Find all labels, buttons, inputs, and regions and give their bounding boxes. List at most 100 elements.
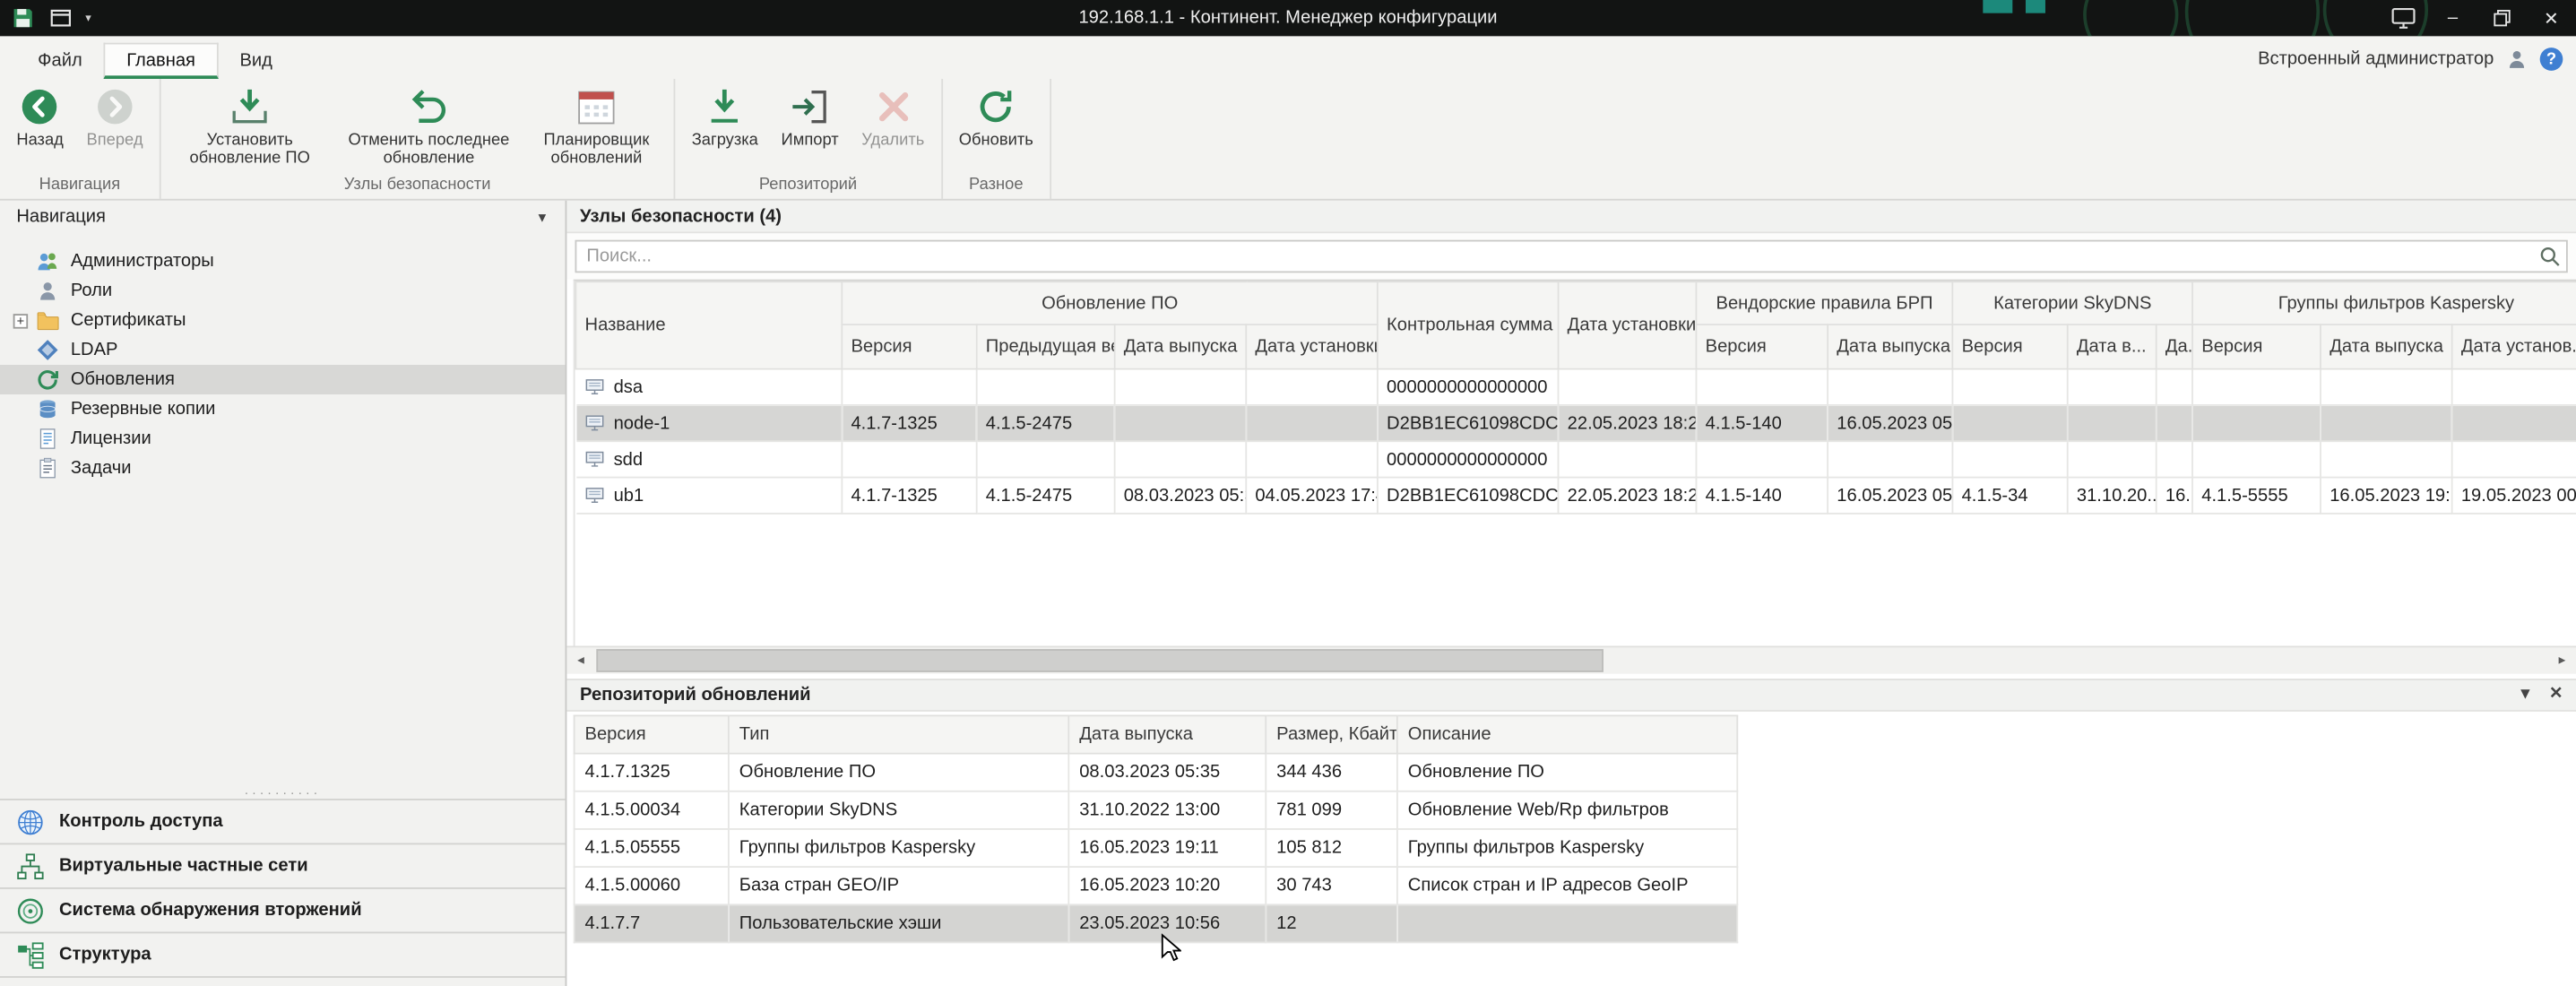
minimize-button[interactable]: – [2428, 0, 2477, 36]
table-row[interactable]: node-14.1.7-13254.1.5-2475D2BB1EC61098CD… [575, 405, 2576, 441]
repo-column-header[interactable]: Дата выпуска [1068, 715, 1266, 753]
sidebar-item[interactable]: +Задачи [0, 454, 566, 483]
column-header-install-date[interactable]: Дата установки... [1559, 281, 1697, 368]
table-row[interactable]: 4.1.5.00034Категории SkyDNS31.10.2022 13… [575, 791, 1738, 829]
table-row[interactable]: dsa0000000000000000 [575, 369, 2576, 405]
sidebar-item[interactable]: +LDAP [0, 335, 566, 365]
scroll-left-icon[interactable]: ◄ [566, 646, 594, 674]
splitter-grip[interactable]: ·········· [0, 785, 566, 799]
node-cell [2068, 405, 2157, 441]
ribbon-group-label: Разное [947, 174, 1045, 198]
scroll-right-icon[interactable]: ► [2548, 646, 2576, 674]
security-nodes-table: Название Обновление ПО Контрольная сумма… [575, 281, 2576, 514]
app-window: ▾ 192.168.1.1 - Континент. Менеджер конф… [0, 0, 2576, 986]
column-header[interactable]: Да... [2157, 324, 2192, 368]
table-row[interactable]: 4.1.7.7Пользовательские хэши23.05.2023 1… [575, 904, 1738, 942]
security-nodes-grid: Название Обновление ПО Контрольная сумма… [574, 280, 2576, 646]
collapse-icon[interactable]: ▼ [536, 210, 549, 224]
scrollbar-thumb[interactable] [596, 648, 1604, 671]
import-button[interactable]: Импорт [770, 79, 851, 174]
sidebar-item[interactable]: +Лицензии [0, 424, 566, 454]
save-button[interactable] [6, 2, 39, 33]
undo-update-button[interactable]: Отменить последнее обновление [333, 79, 524, 174]
repo-cell: Категории SkyDNS [729, 791, 1068, 829]
table-row[interactable]: 4.1.5.05555Группы фильтров Kaspersky16.0… [575, 829, 1738, 867]
refresh-icon [974, 85, 1017, 128]
user-icon[interactable] [2505, 48, 2528, 71]
repo-column-header[interactable]: Тип [729, 715, 1068, 753]
display-button[interactable] [2379, 0, 2428, 36]
close-icon[interactable]: ✕ [2549, 687, 2563, 703]
install-update-button[interactable]: Установить обновление ПО [166, 79, 333, 174]
column-header[interactable]: Версия [842, 324, 976, 368]
table-row[interactable]: 4.1.7.1325Обновление ПО08.03.2023 05:353… [575, 754, 1738, 791]
column-header[interactable]: Версия [2192, 324, 2321, 368]
column-header-name[interactable]: Название [575, 281, 842, 368]
column-header[interactable]: Дата в... [2068, 324, 2157, 368]
repo-column-header[interactable]: Описание [1397, 715, 1737, 753]
sidebar-item[interactable]: +Резервные копии [0, 394, 566, 424]
install-update-icon [229, 85, 272, 128]
node-name-cell: ub1 [575, 478, 842, 514]
repo-column-header[interactable]: Версия [575, 715, 729, 753]
column-header[interactable]: Дата выпуска [1115, 324, 1247, 368]
repo-cell: 16.05.2023 10:20 [1068, 867, 1266, 904]
column-header-checksum[interactable]: Контрольная сумма [1378, 281, 1559, 368]
tab-file[interactable]: Файл [16, 44, 103, 78]
node-cell: 0000000000000000 [1378, 441, 1559, 477]
table-row[interactable]: ub14.1.7-13254.1.5-247508.03.2023 05:350… [575, 478, 2576, 514]
table-row[interactable]: 4.1.5.00060База стран GEO/IP16.05.2023 1… [575, 867, 1738, 904]
update-scheduler-button[interactable]: Планировщик обновлений [524, 79, 669, 174]
table-row[interactable]: sdd0000000000000000 [575, 441, 2576, 477]
chevron-down-icon[interactable]: ▾ [2521, 687, 2529, 703]
column-group-skydns[interactable]: Категории SkyDNS [1952, 281, 2192, 324]
sidebar-section-item[interactable]: Виртуальные частные сети [0, 843, 566, 887]
node-name: node-1 [614, 414, 670, 434]
horizontal-scrollbar[interactable]: ◄ ► [566, 645, 2576, 673]
column-header[interactable]: Версия [1952, 324, 2067, 368]
node-cell [977, 441, 1115, 477]
window-list-button[interactable] [44, 2, 77, 33]
tab-view[interactable]: Вид [219, 44, 294, 78]
sidebar-item[interactable]: +Администраторы [0, 246, 566, 276]
sidebar-section-item[interactable]: Контроль доступа [0, 799, 566, 843]
column-header[interactable]: Дата установки [1246, 324, 1378, 368]
node-cell: 08.03.2023 05:35 [1115, 478, 1247, 514]
restore-button[interactable] [2477, 0, 2527, 36]
sidebar-section-item[interactable]: Система обнаружения вторжений [0, 887, 566, 931]
sidebar-item[interactable]: +Роли [0, 276, 566, 306]
node-cell: D2BB1EC61098CDCC [1378, 405, 1559, 441]
expand-icon[interactable]: + [13, 313, 28, 327]
sidebar-item[interactable]: +Обновления [0, 365, 566, 394]
help-icon[interactable]: ? [2540, 48, 2563, 71]
column-header[interactable]: Предыдущая ве... [977, 324, 1115, 368]
column-header[interactable]: Дата установ... [2452, 324, 2576, 368]
title-bar: ▾ 192.168.1.1 - Континент. Менеджер конф… [0, 0, 2576, 36]
refresh-button[interactable]: Обновить [947, 79, 1045, 174]
download-button[interactable]: Загрузка [680, 79, 770, 174]
qat-dropdown-icon[interactable]: ▾ [82, 11, 95, 24]
node-cell [2452, 405, 2576, 441]
administrators-icon [36, 250, 59, 273]
repository-panel-header: Репозиторий обновлений ▾ ✕ [566, 679, 2576, 712]
save-icon [12, 5, 35, 29]
sidebar-sections: Контроль доступаВиртуальные частные сети… [0, 799, 566, 976]
sidebar-item[interactable]: +Сертификаты [0, 306, 566, 335]
display-icon [2390, 6, 2416, 30]
search-icon[interactable] [2538, 245, 2562, 268]
close-button[interactable]: ✕ [2527, 0, 2576, 36]
search-input[interactable] [575, 240, 2568, 273]
repo-column-header[interactable]: Размер, Кбайт [1266, 715, 1397, 753]
undo-update-label: Отменить последнее обновление [345, 132, 513, 168]
ldap-icon [36, 339, 59, 362]
column-header[interactable]: Дата выпуска [2321, 324, 2452, 368]
back-button[interactable]: Назад [4, 79, 74, 174]
sidebar-section-item[interactable]: Структура [0, 931, 566, 975]
column-group-software-update[interactable]: Обновление ПО [842, 281, 1378, 324]
tab-home[interactable]: Главная [104, 43, 219, 79]
column-header[interactable]: Версия [1697, 324, 1828, 368]
scrollbar-track[interactable] [595, 646, 2548, 674]
column-header[interactable]: Дата выпуска [1828, 324, 1952, 368]
column-group-kaspersky[interactable]: Группы фильтров Kaspersky [2192, 281, 2576, 324]
column-group-vendor-rules[interactable]: Вендорские правила БРП [1697, 281, 1953, 324]
